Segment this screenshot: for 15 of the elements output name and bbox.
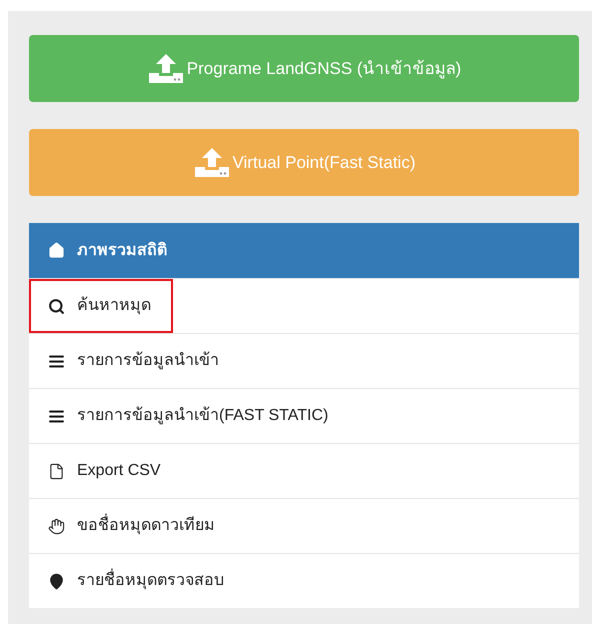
pin-icon	[48, 572, 65, 590]
home-icon	[48, 242, 65, 259]
menu-item[interactable]: รายชื่อหมุดตรวจสอบ	[29, 554, 246, 608]
menu-item[interactable]: รายการข้อมูลนำเข้า(FAST STATIC)	[29, 389, 350, 443]
upload-icon	[192, 146, 230, 178]
menu-item[interactable]: รายการข้อมูลนำเข้า	[29, 334, 241, 388]
menu-item[interactable]: ค้นหาหมุด	[29, 279, 173, 333]
menu-item[interactable]: ขอชื่อหมุดดาวเทียม	[29, 499, 237, 553]
menu-icon	[48, 408, 65, 424]
search-icon	[48, 298, 65, 314]
menu-item[interactable]: Export CSV	[29, 444, 183, 498]
menu-icon	[48, 352, 65, 370]
document-icon	[48, 462, 65, 480]
upload-icon	[146, 52, 185, 84]
hand-icon	[48, 518, 65, 534]
